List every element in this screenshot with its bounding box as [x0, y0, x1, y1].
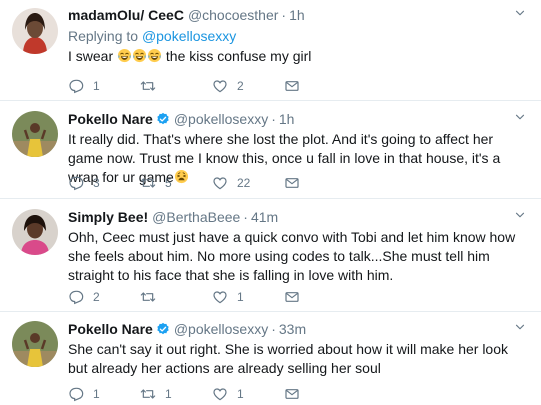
separator: ·: [281, 7, 287, 23]
user-handle[interactable]: @pokellosexxy: [174, 320, 268, 338]
like-count: 22: [237, 176, 251, 190]
like-count: 2: [237, 79, 244, 93]
tears-of-joy-emoji: [147, 48, 162, 63]
tweet-actions: 1 2: [68, 78, 356, 94]
tweet-feed: madamOlu/ CeeC @chocoesther · 1h Replyin…: [0, 0, 541, 405]
chevron-down-icon[interactable]: [513, 208, 527, 222]
tweet-header: Simply Bee! @BerthaBeee · 41m: [68, 208, 527, 226]
retweet-icon: [140, 289, 156, 305]
timestamp[interactable]: 1h: [289, 6, 305, 24]
tweet-text-start: I swear: [68, 48, 114, 64]
like-button[interactable]: 1: [212, 386, 284, 402]
replying-to-handle[interactable]: @pokellosexxy: [142, 28, 236, 44]
heart-icon: [212, 78, 228, 94]
envelope-icon: [284, 78, 300, 94]
user-handle[interactable]: @pokellosexxy: [174, 110, 268, 128]
like-button[interactable]: 2: [212, 78, 284, 94]
verified-badge-icon: [156, 322, 170, 336]
avatar[interactable]: [12, 8, 58, 54]
chevron-down-icon[interactable]: [513, 6, 527, 20]
reply-count: 2: [93, 290, 100, 304]
reply-button[interactable]: 3: [68, 175, 140, 191]
avatar[interactable]: [12, 321, 58, 367]
heart-icon: [212, 175, 228, 191]
separator: ·: [271, 321, 276, 337]
envelope-icon: [284, 289, 300, 305]
avatar[interactable]: [12, 209, 58, 255]
replying-to: Replying to @pokellosexxy: [68, 27, 527, 45]
timestamp[interactable]: 41m: [251, 208, 278, 226]
tears-of-joy-emoji: [117, 48, 132, 63]
reply-button[interactable]: 2: [68, 289, 140, 305]
tears-of-joy-emoji: [132, 48, 147, 63]
direct-message-button[interactable]: [284, 289, 356, 305]
tweet-actions: 3 5 22: [68, 175, 356, 191]
separator: ·: [243, 209, 248, 225]
heart-icon: [212, 289, 228, 305]
heart-icon: [212, 386, 228, 402]
replying-to-label: Replying to: [68, 28, 139, 44]
retweet-icon: [140, 175, 156, 191]
reply-icon: [68, 289, 84, 305]
chevron-down-icon[interactable]: [513, 110, 527, 124]
tweet-header: Pokello Nare @pokellosexxy · 1h: [68, 110, 527, 128]
timestamp[interactable]: 33m: [279, 320, 306, 338]
reply-icon: [68, 78, 84, 94]
display-name[interactable]: Simply Bee!: [68, 208, 148, 226]
tweet-actions: 1 1 1: [68, 386, 356, 402]
avatar[interactable]: [12, 111, 58, 157]
tweet-text: She can't say it out right. She is worri…: [68, 340, 527, 378]
retweet-button[interactable]: [140, 289, 212, 305]
tweet[interactable]: Pokello Nare @pokellosexxy · 33m She can…: [0, 312, 541, 405]
like-count: 1: [237, 387, 244, 401]
display-name[interactable]: Pokello Nare: [68, 110, 153, 128]
tweet-text-body: Ohh, Ceec must just have a quick convo w…: [68, 229, 516, 283]
verified-badge-icon: [156, 112, 170, 126]
tweet-actions: 2 1: [68, 289, 356, 305]
retweet-button[interactable]: [140, 78, 212, 94]
display-name[interactable]: Pokello Nare: [68, 320, 153, 338]
tweet[interactable]: Pokello Nare @pokellosexxy · 1h It reall…: [0, 101, 541, 199]
retweet-icon: [140, 386, 156, 402]
reply-icon: [68, 175, 84, 191]
reply-count: 1: [93, 387, 100, 401]
tweet[interactable]: madamOlu/ CeeC @chocoesther · 1h Replyin…: [0, 0, 541, 101]
envelope-icon: [284, 386, 300, 402]
like-button[interactable]: 22: [212, 175, 284, 191]
timestamp[interactable]: 1h: [279, 110, 295, 128]
user-handle[interactable]: @BerthaBeee: [152, 208, 240, 226]
reply-count: 3: [93, 176, 100, 190]
tweet-text: I swear the kiss confuse my girl: [68, 47, 527, 66]
tweet-text-body: She can't say it out right. She is worri…: [68, 341, 508, 376]
reply-button[interactable]: 1: [68, 386, 140, 402]
envelope-icon: [284, 175, 300, 191]
retweet-count: 5: [165, 176, 172, 190]
direct-message-button[interactable]: [284, 175, 356, 191]
reply-count: 1: [93, 79, 100, 93]
tweet-header: Pokello Nare @pokellosexxy · 33m: [68, 320, 527, 338]
reply-button[interactable]: 1: [68, 78, 140, 94]
direct-message-button[interactable]: [284, 386, 356, 402]
tweet-text-end: the kiss confuse my girl: [165, 48, 312, 64]
retweet-icon: [140, 78, 156, 94]
tweet[interactable]: Simply Bee! @BerthaBeee · 41m Ohh, Ceec …: [0, 199, 541, 312]
direct-message-button[interactable]: [284, 78, 356, 94]
retweet-button[interactable]: 1: [140, 386, 212, 402]
retweet-button[interactable]: 5: [140, 175, 212, 191]
display-name[interactable]: madamOlu/ CeeC: [68, 6, 184, 24]
tweet-header: madamOlu/ CeeC @chocoesther · 1h: [68, 6, 527, 24]
like-count: 1: [237, 290, 244, 304]
separator: ·: [271, 111, 276, 127]
user-handle[interactable]: @chocoesther: [188, 6, 278, 24]
reply-icon: [68, 386, 84, 402]
tweet-text: Ohh, Ceec must just have a quick convo w…: [68, 228, 527, 285]
like-button[interactable]: 1: [212, 289, 284, 305]
retweet-count: 1: [165, 387, 172, 401]
chevron-down-icon[interactable]: [513, 320, 527, 334]
